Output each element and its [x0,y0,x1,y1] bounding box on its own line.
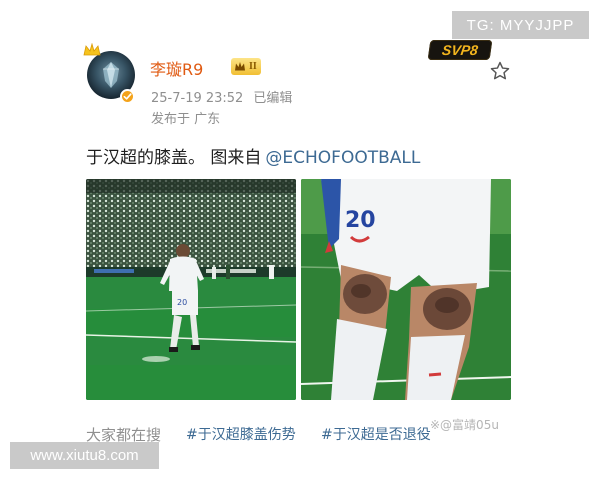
post-timestamp: 25-7-19 23:52 [151,91,244,106]
star-icon[interactable] [489,60,511,82]
post-meta: 25-7-19 23:52 已编辑 [151,87,292,106]
post-body: 于汉超的膝盖。 图来自 @ECHOFOOTBALL [86,143,420,168]
corner-watermark: ※@富靖05u [430,418,499,432]
bruised-knees-photo-icon: 20 [301,179,511,400]
svp8-logo: SVP8 [427,40,493,60]
edited-label: 已编辑 [253,91,293,106]
telegram-watermark: TG: MYYJJPP [452,11,589,39]
football-player-photo-icon: 20 [86,179,296,400]
trending-tag-1[interactable]: #于汉超膝盖伤势 [186,424,296,444]
trending-tag-2[interactable]: #于汉超是否退役 [321,424,431,444]
level-number: II [249,61,257,72]
verified-check-icon [123,93,132,100]
svg-text:20: 20 [177,298,187,307]
post-location: 发布于 广东 [151,112,221,127]
crown-icon [83,43,101,56]
verified-badge [120,89,135,104]
site-url-watermark: www.xiutu8.com [10,442,159,469]
username[interactable]: 李璇R9 [150,56,203,80]
post-body-text: 于汉超的膝盖。 图来自 [86,148,262,168]
level-crown-icon [235,62,245,71]
member-level-badge[interactable]: II [231,58,261,75]
post-image-2[interactable]: 20 [301,179,511,400]
crystal-avatar-icon [103,62,119,88]
mention-link[interactable]: @ECHOFOOTBALL [265,148,420,168]
post-image-1[interactable]: 20 [86,179,296,400]
svg-text:20: 20 [345,208,376,233]
